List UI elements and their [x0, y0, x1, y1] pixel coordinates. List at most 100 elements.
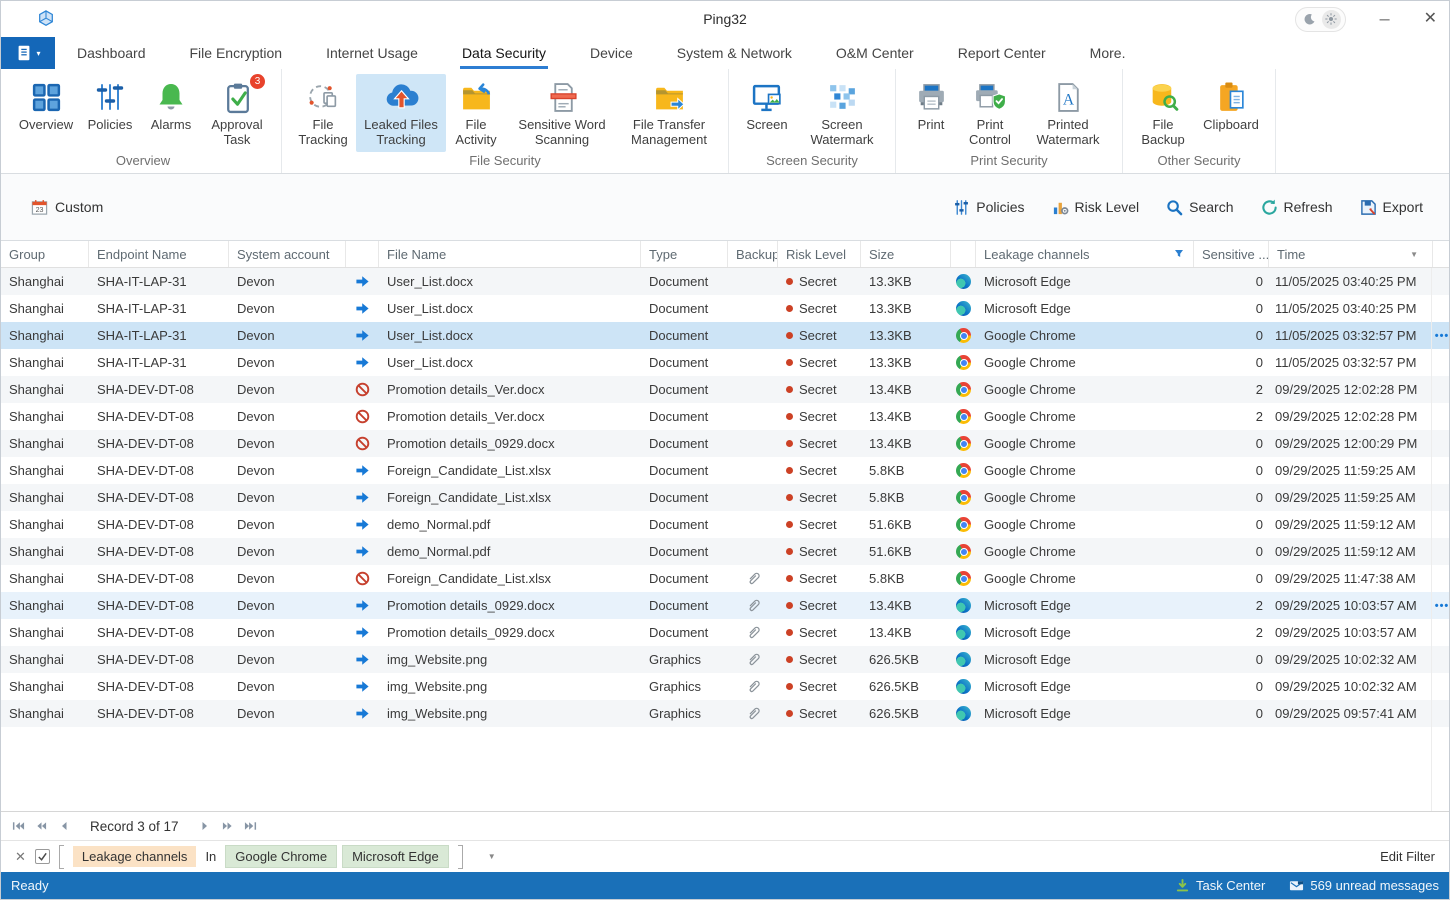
theme-toggle[interactable] — [1295, 7, 1346, 32]
cell-sensitive: 2 — [1194, 598, 1269, 613]
ribbon-item-label: Approval Task — [204, 117, 270, 147]
col-time[interactable]: Time ▼ — [1269, 241, 1433, 267]
dark-mode-moon-icon[interactable] — [1300, 13, 1319, 26]
col-file-name[interactable]: File Name — [379, 241, 641, 267]
filter-dropdown-icon[interactable]: ▼ — [488, 852, 496, 861]
ribbon-item-screen[interactable]: Screen — [737, 74, 797, 152]
tab-system-network[interactable]: System & Network — [655, 37, 814, 69]
filter-field-chip[interactable]: Leakage channels — [73, 846, 197, 867]
tab-internet-usage[interactable]: Internet Usage — [304, 37, 440, 69]
table-row[interactable]: ShanghaiSHA-DEV-DT-08DevonPromotion deta… — [1, 430, 1449, 457]
col-endpoint-name[interactable]: Endpoint Name — [89, 241, 229, 267]
table-row[interactable]: ShanghaiSHA-DEV-DT-08DevonForeign_Candid… — [1, 565, 1449, 592]
more-dots-icon: ••• — [1435, 600, 1449, 612]
export-button[interactable]: Export — [1360, 199, 1423, 216]
table-row[interactable]: ShanghaiSHA-DEV-DT-08DevonPromotion deta… — [1, 592, 1449, 619]
table-row[interactable]: ShanghaiSHA-DEV-DT-08Devondemo_Normal.pd… — [1, 511, 1449, 538]
table-body: ShanghaiSHA-IT-LAP-31DevonUser_List.docx… — [1, 268, 1449, 727]
col-backup[interactable]: Backup — [728, 241, 778, 267]
ribbon-item-sensitive-word-scanning[interactable]: Sensitive Word Scanning — [506, 74, 618, 152]
col-file-icon[interactable] — [346, 241, 379, 267]
table-row[interactable]: ShanghaiSHA-DEV-DT-08Devondemo_Normal.pd… — [1, 538, 1449, 565]
search-button[interactable]: Search — [1166, 199, 1233, 216]
first-record-button[interactable] — [9, 821, 27, 831]
ribbon-item-clipboard[interactable]: Clipboard — [1195, 74, 1267, 152]
table-row[interactable]: ShanghaiSHA-DEV-DT-08DevonForeign_Candid… — [1, 484, 1449, 511]
minimize-button[interactable]: ─ — [1380, 12, 1390, 26]
tab-o-m-center[interactable]: O&M Center — [814, 37, 936, 69]
row-more-button[interactable]: ••• — [1433, 330, 1449, 342]
app-menu-button[interactable]: ▾ — [1, 37, 55, 69]
custom-date-button[interactable]: 23 Custom — [31, 199, 103, 216]
ribbon-item-file-transfer-management[interactable]: File Transfer Management — [618, 74, 720, 152]
edit-filter-button[interactable]: Edit Filter — [1380, 849, 1435, 864]
ribbon-item-leaked-files-tracking[interactable]: Leaked Files Tracking — [356, 74, 446, 152]
ribbon-item-overview[interactable]: Overview — [13, 74, 79, 152]
filter-enabled-checkbox[interactable] — [35, 849, 50, 864]
refresh-button[interactable]: Refresh — [1261, 199, 1333, 216]
table-row[interactable]: ShanghaiSHA-DEV-DT-08Devonimg_Website.pn… — [1, 700, 1449, 727]
filter-value-chip[interactable]: Google Chrome — [225, 845, 337, 868]
col-channel-icon[interactable] — [951, 241, 976, 267]
tab-dashboard[interactable]: Dashboard — [55, 37, 168, 69]
table-row[interactable]: ShanghaiSHA-IT-LAP-31DevonUser_List.docx… — [1, 268, 1449, 295]
unread-messages-button[interactable]: 569 unread messages — [1289, 878, 1439, 893]
tab-label: System & Network — [677, 45, 792, 61]
ribbon-item-print[interactable]: Print — [904, 74, 958, 152]
risk-level-button[interactable]: Risk Level — [1052, 199, 1140, 216]
next-record-button[interactable] — [196, 821, 214, 831]
table-row[interactable]: ShanghaiSHA-DEV-DT-08Devonimg_Website.pn… — [1, 673, 1449, 700]
tab-more[interactable]: More. — [1068, 37, 1148, 69]
filter-close-icon[interactable]: ✕ — [15, 849, 26, 865]
col-size[interactable]: Size — [861, 241, 951, 267]
table-row[interactable]: ShanghaiSHA-DEV-DT-08DevonForeign_Candid… — [1, 457, 1449, 484]
prev-page-button[interactable] — [32, 821, 50, 831]
tab-report-center[interactable]: Report Center — [936, 37, 1068, 69]
table-row[interactable]: ShanghaiSHA-IT-LAP-31DevonUser_List.docx… — [1, 349, 1449, 376]
tab-device[interactable]: Device — [568, 37, 655, 69]
file-blocked-icon — [346, 382, 379, 397]
filter-funnel-icon[interactable] — [1174, 249, 1184, 259]
table-row[interactable]: ShanghaiSHA-DEV-DT-08DevonPromotion deta… — [1, 403, 1449, 430]
filter-value-chip[interactable]: Microsoft Edge — [342, 845, 449, 868]
cell-type: Graphics — [641, 706, 728, 721]
col-sensitive[interactable]: Sensitive ... — [1194, 241, 1269, 267]
ribbon-item-printed-watermark[interactable]: A Printed Watermark — [1022, 74, 1114, 152]
screen-monitor-icon — [751, 77, 784, 117]
ribbon-group-other-security: File Backup Clipboard Other Security — [1123, 69, 1276, 173]
col-system-account[interactable]: System account — [229, 241, 346, 267]
cell-endpoint: SHA-DEV-DT-08 — [89, 571, 229, 586]
cell-size: 626.5KB — [861, 706, 951, 721]
ribbon-item-policies[interactable]: Policies — [79, 74, 141, 152]
ribbon-item-file-backup[interactable]: File Backup — [1131, 74, 1195, 152]
col-type[interactable]: Type — [641, 241, 728, 267]
cell-account: Devon — [229, 382, 346, 397]
close-button[interactable]: ✕ — [1424, 11, 1437, 27]
ribbon-item-screen-watermark[interactable]: Screen Watermark — [797, 74, 887, 152]
ribbon-item-file-tracking[interactable]: File Tracking — [290, 74, 356, 152]
table-row[interactable]: ShanghaiSHA-IT-LAP-31DevonUser_List.docx… — [1, 295, 1449, 322]
table-row[interactable]: ShanghaiSHA-DEV-DT-08DevonPromotion deta… — [1, 619, 1449, 646]
tab-file-encryption[interactable]: File Encryption — [168, 37, 305, 69]
policies-button[interactable]: Policies — [953, 199, 1024, 216]
col-risk-level[interactable]: Risk Level — [778, 241, 861, 267]
task-center-button[interactable]: Task Center — [1175, 878, 1265, 893]
last-record-button[interactable] — [242, 821, 260, 831]
ribbon-item-file-activity[interactable]: File Activity — [446, 74, 506, 152]
col-group[interactable]: Group — [1, 241, 89, 267]
action-label: Search — [1189, 199, 1233, 215]
table-row[interactable]: ShanghaiSHA-IT-LAP-31DevonUser_List.docx… — [1, 322, 1449, 349]
table-row[interactable]: ShanghaiSHA-DEV-DT-08DevonPromotion deta… — [1, 376, 1449, 403]
ribbon-item-print-control[interactable]: Print Control — [958, 74, 1022, 152]
row-more-button[interactable]: ••• — [1433, 600, 1449, 612]
next-page-button[interactable] — [219, 821, 237, 831]
ribbon-item-approval-task[interactable]: 3 Approval Task — [201, 74, 273, 152]
col-leakage-channels[interactable]: Leakage channels — [976, 241, 1194, 267]
prev-record-button[interactable] — [55, 821, 73, 831]
ribbon-item-alarms[interactable]: Alarms — [141, 74, 201, 152]
tab-data-security[interactable]: Data Security — [440, 37, 568, 69]
time-dropdown-icon[interactable]: ▼ — [1410, 250, 1418, 259]
table-row[interactable]: ShanghaiSHA-DEV-DT-08Devonimg_Website.pn… — [1, 646, 1449, 673]
light-mode-sun-icon[interactable] — [1322, 10, 1341, 29]
file-out-icon — [346, 355, 379, 370]
